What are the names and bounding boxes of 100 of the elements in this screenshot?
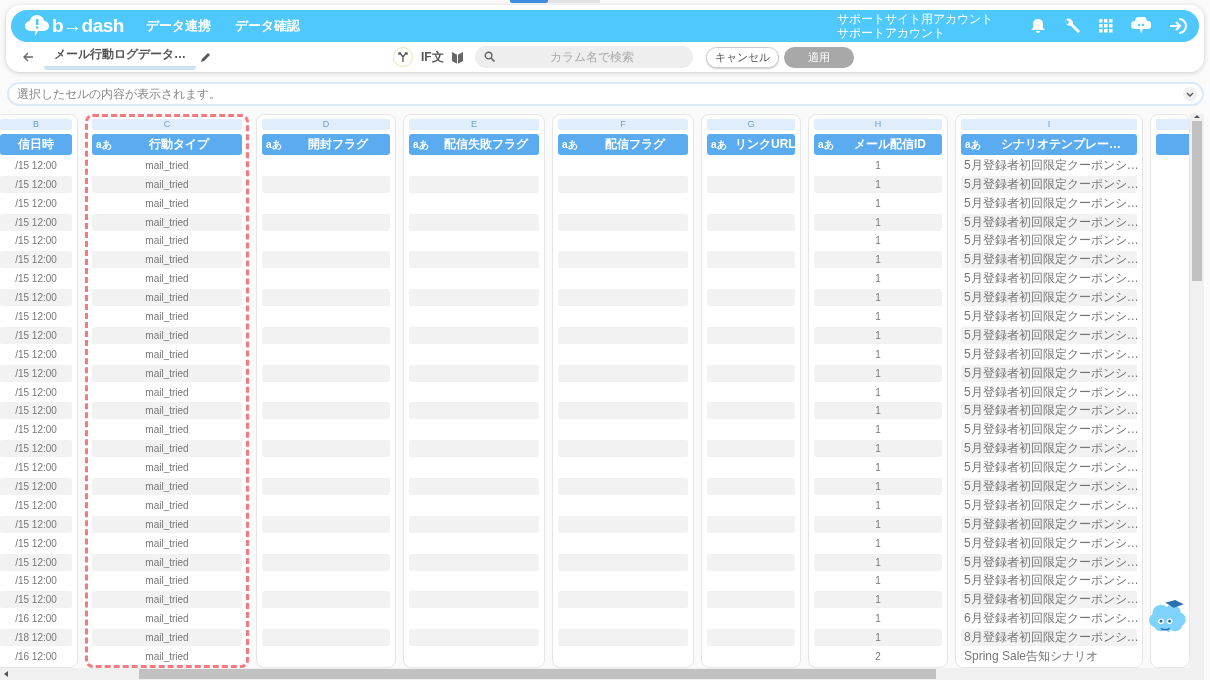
table-cell[interactable]: 1: [814, 326, 942, 344]
column-header[interactable]: aあ 配信失敗フラグ: [409, 134, 539, 155]
table-cell[interactable]: 1: [814, 459, 942, 477]
table-cell[interactable]: 5月登録者初回限定クーポンシ…: [961, 572, 1137, 590]
table-cell[interactable]: 5月登録者初回限定クーポンシ…: [961, 175, 1137, 193]
table-cell[interactable]: 5月登録者初回限定クーポンシ…: [961, 289, 1137, 307]
table-cell[interactable]: mail_tried: [92, 326, 242, 344]
table-cell[interactable]: mail_tried: [92, 478, 242, 496]
table-cell[interactable]: 1: [814, 232, 942, 250]
mascot-head-icon[interactable]: [1131, 17, 1151, 35]
table-cell[interactable]: 5月登録者初回限定クーポンシ…: [961, 591, 1137, 609]
if-statement-label[interactable]: IF文: [421, 48, 444, 66]
table-cell[interactable]: /15 12:00: [0, 156, 72, 174]
table-cell[interactable]: 5月登録者初回限定クーポンシ…: [961, 553, 1137, 571]
column-card[interactable]: F aあ 配信フラグ: [552, 114, 694, 668]
table-cell[interactable]: 1: [814, 289, 942, 307]
table-cell[interactable]: mail_tried: [92, 591, 242, 609]
table-cell[interactable]: /15 12:00: [0, 515, 72, 533]
table-cell[interactable]: /15 12:00: [0, 478, 72, 496]
table-cell[interactable]: 1: [814, 478, 942, 496]
column-header[interactable]: aあ 配信フラグ: [558, 134, 688, 155]
table-cell[interactable]: 8月登録者初回限定クーポンシ…: [961, 629, 1137, 647]
table-cell[interactable]: /15 12:00: [0, 175, 72, 193]
scroll-up-icon[interactable]: [1194, 114, 1200, 119]
table-cell[interactable]: 1: [814, 534, 942, 552]
table-cell[interactable]: mail_tried: [92, 421, 242, 439]
table-cell[interactable]: 1: [814, 383, 942, 401]
table-cell[interactable]: 1: [814, 175, 942, 193]
table-cell[interactable]: 5月登録者初回限定クーポンシ…: [961, 270, 1137, 288]
table-cell[interactable]: /15 12:00: [0, 534, 72, 552]
table-cell[interactable]: 1: [814, 515, 942, 533]
table-cell[interactable]: mail_tried: [92, 289, 242, 307]
table-cell[interactable]: /15 12:00: [0, 421, 72, 439]
table-cell[interactable]: /18 12:00: [0, 629, 72, 647]
table-cell[interactable]: Spring Sale告知シナリオ: [961, 648, 1137, 666]
table-cell[interactable]: 1: [814, 402, 942, 420]
beginner-mark-icon[interactable]: [451, 50, 463, 64]
table-cell[interactable]: 1: [814, 213, 942, 231]
table-cell[interactable]: mail_tried: [92, 270, 242, 288]
table-cell[interactable]: mail_tried: [92, 308, 242, 325]
vertical-scrollbar[interactable]: [1190, 114, 1204, 668]
table-cell[interactable]: mail_tried: [92, 383, 242, 401]
scroll-left-icon[interactable]: [3, 671, 9, 677]
table-cell[interactable]: 5月登録者初回限定クーポンシ…: [961, 402, 1137, 420]
table-cell[interactable]: 5月登録者初回限定クーポンシ…: [961, 440, 1137, 458]
login-icon[interactable]: [1169, 17, 1189, 35]
scrollbar-thumb[interactable]: [139, 669, 936, 679]
table-cell[interactable]: 2: [814, 648, 942, 666]
table-cell[interactable]: mail_tried: [92, 648, 242, 665]
table-cell[interactable]: /15 12:00: [0, 553, 72, 571]
table-cell[interactable]: /15 12:00: [0, 213, 72, 231]
table-cell[interactable]: 1: [814, 496, 942, 514]
table-cell[interactable]: /15 12:00: [0, 232, 72, 250]
table-cell[interactable]: /15 12:00: [0, 591, 72, 609]
table-cell[interactable]: /15 12:00: [0, 364, 72, 382]
column-card[interactable]: [85, 114, 249, 668]
table-cell[interactable]: 1: [814, 610, 942, 628]
table-cell[interactable]: 1: [814, 629, 942, 647]
back-arrow-icon[interactable]: [23, 52, 34, 62]
cancel-button[interactable]: キャンセル: [705, 46, 779, 68]
table-cell[interactable]: 1: [814, 553, 942, 571]
table-cell[interactable]: mail_tried: [92, 496, 242, 514]
table-cell[interactable]: 5月登録者初回限定クーポンシ…: [961, 232, 1137, 250]
table-cell[interactable]: 5月登録者初回限定クーポンシ…: [961, 251, 1137, 269]
table-cell[interactable]: 5月登録者初回限定クーポンシ…: [961, 156, 1137, 174]
table-cell[interactable]: 1: [814, 251, 942, 269]
bell-icon[interactable]: [1031, 18, 1045, 34]
table-cell[interactable]: 1: [814, 156, 942, 174]
table-cell[interactable]: 1: [814, 308, 942, 325]
table-cell[interactable]: mail_tried: [92, 572, 242, 590]
table-cell[interactable]: mail_tried: [92, 459, 242, 477]
table-cell[interactable]: /15 12:00: [0, 383, 72, 401]
column-header[interactable]: aあ 開封フラグ: [262, 134, 390, 155]
table-cell[interactable]: 5月登録者初回限定クーポンシ…: [961, 534, 1137, 552]
table-cell[interactable]: 1: [814, 194, 942, 212]
table-cell[interactable]: mail_tried: [92, 251, 242, 269]
table-cell[interactable]: mail_tried: [92, 156, 242, 174]
apps-grid-icon[interactable]: [1099, 19, 1113, 33]
table-cell[interactable]: 1: [814, 270, 942, 288]
table-cell[interactable]: /15 12:00: [0, 345, 72, 363]
pencil-icon[interactable]: [200, 51, 211, 63]
table-cell[interactable]: 1: [814, 572, 942, 590]
table-cell[interactable]: 5月登録者初回限定クーポンシ…: [961, 326, 1137, 344]
column-card[interactable]: G aあ リンクURL: [701, 114, 801, 668]
table-cell[interactable]: 5月登録者初回限定クーポンシ…: [961, 421, 1137, 439]
column-header[interactable]: aあ リンクURL: [707, 134, 795, 155]
table-cell[interactable]: /15 12:00: [0, 459, 72, 477]
column-card[interactable]: H aあ メール配信ID 1 1 1 1 1 1 1 1 1 1 1 1 1 1 1 1 1 1 1 1 1 1 1 1 1 1 2: [808, 114, 948, 668]
table-cell[interactable]: mail_tried: [92, 440, 242, 458]
table-cell[interactable]: /15 12:00: [0, 326, 72, 344]
table-cell[interactable]: 5月登録者初回限定クーポンシ…: [961, 345, 1137, 363]
table-cell[interactable]: 1: [814, 440, 942, 458]
table-cell[interactable]: /15 12:00: [0, 496, 72, 514]
table-cell[interactable]: mail_tried: [92, 629, 242, 647]
column-card[interactable]: D aあ 開封フラグ: [256, 114, 396, 668]
cell-content-field[interactable]: 選択したセルの内容が表示されます。: [7, 82, 1204, 106]
table-cell[interactable]: 1: [814, 591, 942, 609]
table-cell[interactable]: /15 12:00: [0, 572, 72, 590]
table-cell[interactable]: mail_tried: [92, 553, 242, 571]
table-cell[interactable]: /15 12:00: [0, 251, 72, 269]
